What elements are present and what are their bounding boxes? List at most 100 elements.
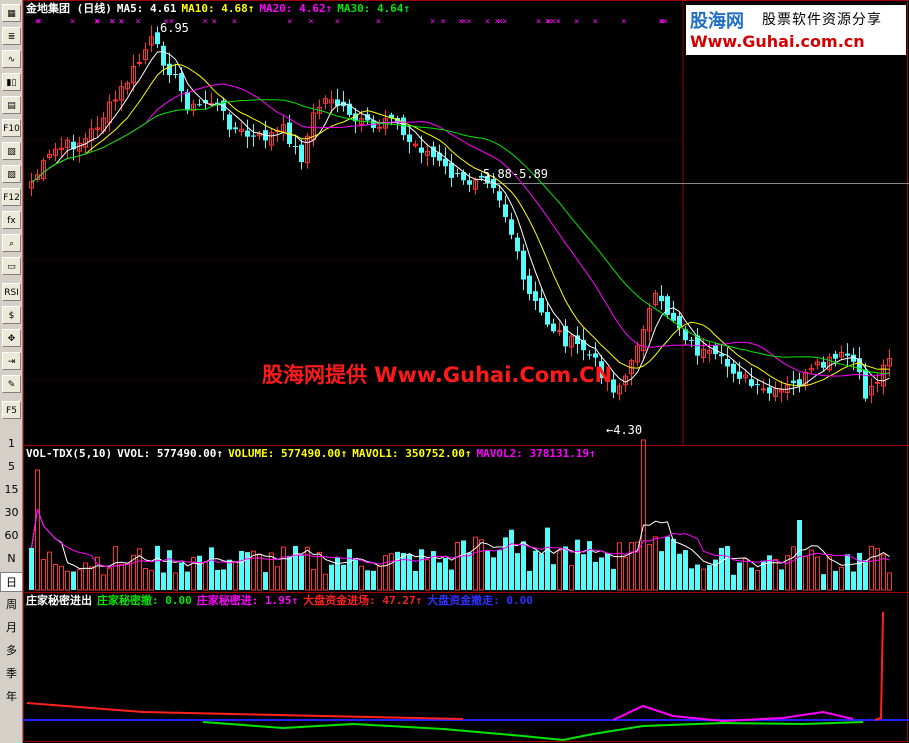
event-marker: × xyxy=(110,17,115,27)
volume-bar xyxy=(833,570,838,590)
volume-bar xyxy=(599,557,604,590)
volume-bar xyxy=(815,556,820,591)
list-icon[interactable]: ≣ xyxy=(2,27,21,45)
indicator-title: 庄家秘密进出 xyxy=(26,594,92,607)
period-月[interactable]: 月 xyxy=(0,618,23,638)
mavol1-line xyxy=(31,508,890,570)
candle-body xyxy=(467,180,472,185)
ma5-line xyxy=(31,51,890,390)
f10-icon[interactable]: F10 xyxy=(2,119,21,137)
volume-bar xyxy=(161,572,166,590)
period-季[interactable]: 季 xyxy=(0,664,23,684)
volume-bar xyxy=(425,559,430,591)
volume-bar xyxy=(443,558,448,590)
volume-bar xyxy=(347,549,352,590)
indicator-panel-header: 庄家秘密进出 庄家秘密撤: 0.00 庄家秘密进: 1.95↑ 大盘资金进场: 47.… xyxy=(26,594,538,608)
candle-body xyxy=(533,291,538,302)
volume-bar xyxy=(485,549,490,590)
candle-body xyxy=(749,379,754,386)
volume-bar xyxy=(35,469,40,591)
volume-bar xyxy=(317,551,322,591)
period-多[interactable]: 多 xyxy=(0,641,23,661)
candle-body xyxy=(659,295,664,302)
period-年[interactable]: 年 xyxy=(0,687,23,707)
volume-bar xyxy=(587,541,592,590)
event-marker: × xyxy=(308,17,313,27)
line-chart-icon[interactable]: ∿ xyxy=(2,50,21,68)
rsi-icon[interactable]: RSI xyxy=(2,283,21,301)
formula-icon[interactable]: fx xyxy=(2,211,21,229)
indicator-green-line xyxy=(202,721,864,742)
report-icon[interactable]: ▧ xyxy=(2,142,21,160)
kline-icon[interactable]: ▮▯ xyxy=(2,73,21,91)
period-15[interactable]: 15 xyxy=(0,480,23,500)
candle-body xyxy=(863,369,868,399)
volume-bar xyxy=(47,551,52,591)
candle-body xyxy=(251,135,256,137)
period-1[interactable]: 1 xyxy=(0,434,23,454)
event-marker: × xyxy=(502,17,507,27)
volume-bar xyxy=(779,569,784,590)
volume-bar xyxy=(749,567,754,590)
money-icon[interactable]: $ xyxy=(2,306,21,324)
f5-icon[interactable]: F5 xyxy=(2,401,21,419)
ma20-line xyxy=(31,83,890,377)
event-marker: × xyxy=(35,17,40,27)
candle-body xyxy=(593,353,598,358)
period-30[interactable]: 30 xyxy=(0,503,23,523)
period-60[interactable]: 60 xyxy=(0,526,23,546)
volume-bar xyxy=(119,563,124,591)
volume-bar xyxy=(251,550,256,591)
table-icon[interactable]: ▤ xyxy=(2,96,21,114)
info-icon[interactable]: ▨ xyxy=(2,165,21,183)
candle-body xyxy=(455,173,460,175)
event-marker: × xyxy=(536,17,541,27)
candle-body xyxy=(755,384,760,386)
ma20-value: MA20: 4.62↑ xyxy=(259,2,333,15)
period-周[interactable]: 周 xyxy=(0,595,23,615)
volume-value: VOLUME: 577490.00↑ xyxy=(228,447,348,460)
volume-bar xyxy=(71,571,76,590)
indicator-icon[interactable]: ▭ xyxy=(2,257,21,275)
candle-body xyxy=(443,158,448,167)
volume-bar xyxy=(269,552,274,591)
volume-bar xyxy=(743,558,748,591)
candle-body xyxy=(719,354,724,357)
volume-bar xyxy=(455,542,460,591)
grid-icon[interactable]: ▦ xyxy=(2,4,21,22)
volume-bar xyxy=(617,542,622,591)
volume-bar xyxy=(215,569,220,590)
period-5[interactable]: 5 xyxy=(0,457,23,477)
search-icon[interactable]: ⌕ xyxy=(2,234,21,252)
high-price-label: 6.95 xyxy=(160,21,189,35)
volume-bar xyxy=(173,572,178,591)
volume-bar xyxy=(545,527,550,590)
period-N[interactable]: N xyxy=(0,549,23,569)
volume-bar xyxy=(353,557,358,590)
f12-icon[interactable]: F12 xyxy=(2,188,21,206)
volume-bar xyxy=(869,545,874,591)
volume-bar xyxy=(755,570,760,591)
period-日[interactable]: 日 xyxy=(0,572,23,592)
volume-bar xyxy=(647,544,652,591)
volume-bar xyxy=(335,557,340,590)
volume-panel-header: VOL-TDX(5,10) VVOL: 577490.00↑ VOLUME: 577… xyxy=(26,447,601,461)
volume-bar xyxy=(563,546,568,590)
move-icon[interactable]: ✥ xyxy=(2,329,21,347)
volume-bar xyxy=(863,560,868,590)
event-marker: × xyxy=(136,17,141,27)
logo-brand: 股海网 xyxy=(690,11,744,32)
pencil-icon[interactable]: ✎ xyxy=(2,375,21,393)
volume-bar xyxy=(791,546,796,591)
volume-bar xyxy=(533,550,538,590)
event-marker: × xyxy=(593,17,598,27)
volume-bar xyxy=(137,548,142,591)
candle-body xyxy=(689,339,694,341)
volume-bar xyxy=(827,556,832,591)
export-icon[interactable]: ⇥ xyxy=(2,352,21,370)
volume-bar xyxy=(395,551,400,590)
candle-body xyxy=(767,387,772,394)
volume-bar xyxy=(797,520,802,590)
candle-body xyxy=(737,371,742,379)
candle-body xyxy=(521,250,526,280)
